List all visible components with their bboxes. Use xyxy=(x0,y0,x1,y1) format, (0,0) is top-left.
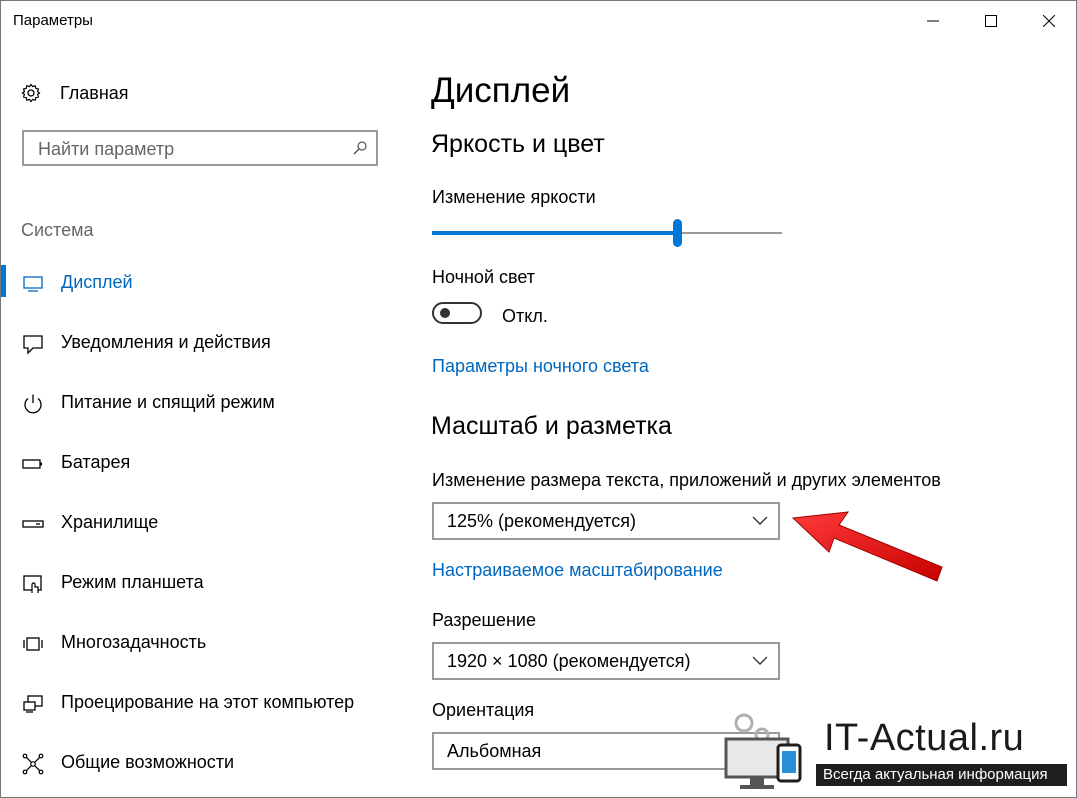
sidebar-item-multitasking[interactable]: Многозадачность xyxy=(1,623,401,663)
maximize-button[interactable] xyxy=(968,1,1014,41)
page-title: Дисплей xyxy=(431,71,571,110)
maximize-icon xyxy=(985,15,997,27)
battery-icon xyxy=(22,459,42,469)
scale-label: Изменение размера текста, приложений и д… xyxy=(432,470,941,490)
sidebar-item-label: Дисплей xyxy=(61,272,133,292)
sidebar-item-label: Режим планшета xyxy=(61,572,204,592)
tablet-mode-icon xyxy=(23,575,42,593)
watermark: IT-Actual.ru Всегда актуальная информаци… xyxy=(706,703,1077,798)
sidebar-item-label: Общие возможности xyxy=(61,752,235,772)
brightness-label: Изменение яркости xyxy=(432,187,596,207)
home-label: Главная xyxy=(60,82,129,103)
night-light-settings-link[interactable]: Параметры ночного света xyxy=(432,356,649,377)
title-bar: Параметры xyxy=(1,1,1076,41)
sidebar-item-label: Хранилище xyxy=(61,512,159,532)
resolution-dropdown[interactable]: 1920 × 1080 (рекомендуется) xyxy=(432,642,780,680)
annotation-arrow xyxy=(791,511,943,582)
power-icon xyxy=(24,394,42,414)
sidebar-item-storage[interactable]: Хранилище xyxy=(1,503,401,543)
sidebar-item-shared-experiences[interactable]: Общие возможности xyxy=(1,743,401,783)
section-label-system: Система xyxy=(21,220,94,240)
resolution-value: 1920 × 1080 (рекомендуется) xyxy=(447,651,691,671)
watermark-site: IT-Actual.ru xyxy=(824,717,1025,759)
section-heading-scale: Масштаб и разметка xyxy=(431,412,672,440)
close-button[interactable] xyxy=(1026,1,1072,41)
night-light-label: Ночной свет xyxy=(432,267,536,287)
night-light-toggle[interactable] xyxy=(432,302,482,324)
sidebar-item-tablet-mode[interactable]: Режим планшета xyxy=(1,563,401,603)
shared-experiences-icon xyxy=(22,753,44,775)
sidebar-item-projecting[interactable]: Проецирование на этот компьютер xyxy=(1,683,401,723)
watermark-tagline: Всегда актуальная информация xyxy=(823,766,1048,783)
brightness-slider[interactable] xyxy=(432,219,782,249)
search-icon[interactable] xyxy=(352,140,368,156)
monitor-icon xyxy=(23,276,43,292)
search-input[interactable]: Найти параметр xyxy=(22,130,378,166)
sidebar-item-label: Проецирование на этот компьютер xyxy=(61,692,355,712)
slider-thumb[interactable] xyxy=(673,219,682,247)
resolution-label: Разрешение xyxy=(432,610,536,630)
devices-logo-icon xyxy=(724,713,802,789)
main-content: Дисплей Яркость и цвет Изменение яркости… xyxy=(431,41,1051,797)
custom-scaling-link[interactable]: Настраиваемое масштабирование xyxy=(432,560,723,581)
notification-icon xyxy=(23,335,43,355)
sidebar-item-notifications[interactable]: Уведомления и действия xyxy=(1,323,401,363)
chevron-down-icon xyxy=(752,656,768,665)
gear-icon xyxy=(21,83,41,103)
scale-dropdown[interactable]: 125% (рекомендуется) xyxy=(432,502,780,540)
window-title: Параметры xyxy=(13,12,93,29)
settings-window: Параметры Главная Найти параметр Система… xyxy=(0,0,1077,798)
sidebar-item-battery[interactable]: Батарея xyxy=(1,443,401,483)
active-indicator xyxy=(1,265,6,297)
night-light-state: Откл. xyxy=(502,306,548,326)
orientation-label: Ориентация xyxy=(432,700,535,720)
section-heading-brightness: Яркость и цвет xyxy=(431,130,605,158)
multitasking-icon xyxy=(23,637,43,651)
minimize-button[interactable] xyxy=(910,1,956,41)
scale-value: 125% (рекомендуется) xyxy=(447,511,636,531)
chevron-down-icon xyxy=(752,516,768,525)
sidebar-item-label: Питание и спящий режим xyxy=(61,392,275,412)
close-icon xyxy=(1043,15,1055,27)
sidebar-item-label: Уведомления и действия xyxy=(61,332,271,352)
sidebar-item-display[interactable]: Дисплей xyxy=(1,263,401,303)
home-link[interactable]: Главная xyxy=(21,81,129,105)
sidebar-item-label: Многозадачность xyxy=(61,632,207,652)
projecting-icon xyxy=(23,695,43,713)
sidebar-item-power[interactable]: Питание и спящий режим xyxy=(1,383,401,423)
sidebar-item-label: Батарея xyxy=(61,452,131,472)
minimize-icon xyxy=(927,20,939,22)
toggle-knob xyxy=(440,308,450,318)
search-placeholder: Найти параметр xyxy=(38,139,175,159)
orientation-value: Альбомная xyxy=(447,741,542,761)
slider-fill xyxy=(432,231,677,235)
sidebar: Главная Найти параметр Система Дисплей У… xyxy=(1,41,401,797)
storage-icon xyxy=(22,520,44,528)
